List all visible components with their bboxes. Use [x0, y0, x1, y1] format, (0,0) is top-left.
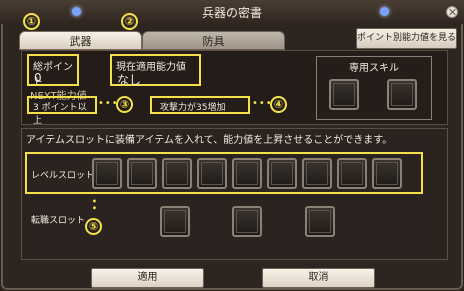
marker-2: ②: [121, 13, 138, 30]
tab-label: 防具: [202, 35, 225, 48]
level-slot[interactable]: [302, 158, 332, 189]
bonus-box: 攻撃力が35増加: [150, 96, 250, 114]
tab-weapons[interactable]: 武器: [19, 31, 142, 50]
special-skill-label: 専用スキル: [349, 63, 399, 74]
level-slot[interactable]: [92, 158, 122, 189]
job-change-slot[interactable]: [232, 206, 262, 237]
window-title: 兵器の密書: [201, 6, 262, 20]
marker-3: ③: [116, 96, 133, 113]
item-slots-section: [21, 128, 448, 260]
job-change-slot[interactable]: [160, 206, 190, 237]
bonus-text: 攻撃力が35増加: [160, 103, 226, 113]
points-requirement-box: 3 ポイント以上: [27, 96, 97, 126]
marker-5: ⑤: [85, 218, 102, 235]
level-slot[interactable]: [372, 158, 402, 189]
special-skill-slot[interactable]: [329, 79, 359, 110]
job-change-slot-label: 転職スロット: [31, 216, 86, 226]
tab-label: 武器: [69, 35, 92, 48]
current-ability-box: 現在適用能力値 なし: [110, 54, 201, 87]
level-slot[interactable]: [232, 158, 262, 189]
title-bar: 兵器の密書: [0, 0, 464, 24]
special-skill-slot[interactable]: [387, 79, 417, 110]
slot-instruction: アイテムスロットに装備アイテムを入れて、能力値を上昇させることができます。: [26, 135, 393, 146]
level-slot-box: レベルスロット: [25, 152, 423, 194]
close-icon[interactable]: [446, 6, 458, 18]
points-requirement: 3 ポイント以上: [33, 103, 87, 126]
marker-1: ①: [23, 13, 40, 30]
current-ability-value: なし: [117, 73, 142, 87]
level-slot[interactable]: [162, 158, 192, 189]
level-slot[interactable]: [267, 158, 297, 189]
level-slot[interactable]: [197, 158, 227, 189]
level-slot-label: レベルスロット: [31, 171, 95, 181]
tab-armor[interactable]: 防具: [142, 31, 285, 50]
level-slot[interactable]: [127, 158, 157, 189]
marker-4: ④: [270, 96, 287, 113]
special-skill-panel: 専用スキル: [316, 56, 432, 120]
cancel-button[interactable]: 取消: [262, 268, 375, 288]
total-points-box: 総ポイント 0: [27, 54, 79, 88]
level-slot[interactable]: [337, 158, 367, 189]
apply-button[interactable]: 適用: [91, 268, 204, 288]
job-change-slot[interactable]: [305, 206, 335, 237]
dotted-connector: ••: [88, 198, 99, 212]
view-stats-by-points-button[interactable]: ポイント別能力値を見る: [356, 28, 457, 49]
total-points-value: 0: [34, 71, 42, 85]
